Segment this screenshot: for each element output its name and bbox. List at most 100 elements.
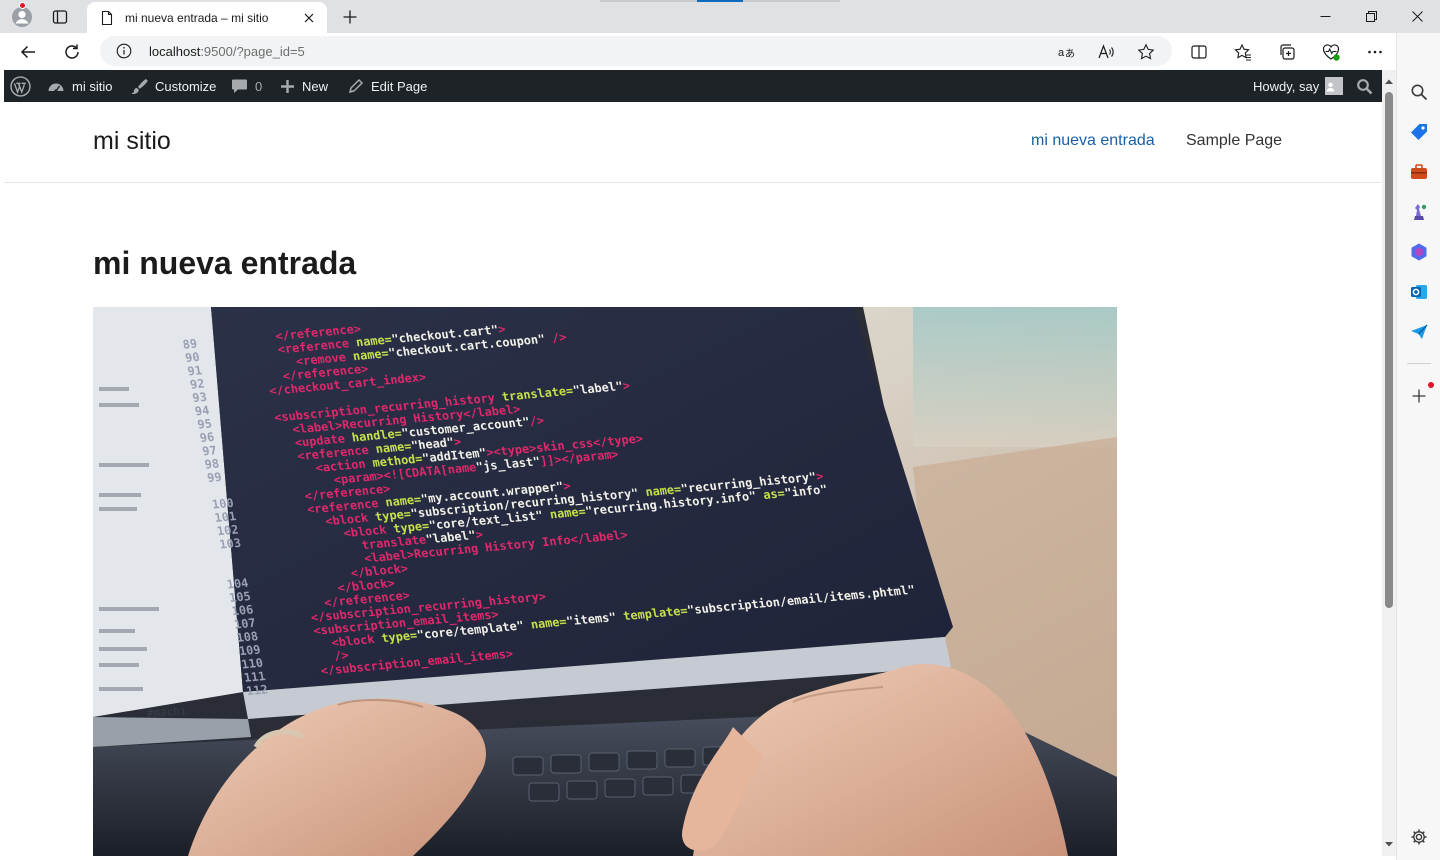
page-scrollbar[interactable] [1382, 70, 1396, 856]
star-icon [1137, 43, 1155, 60]
search-icon [1357, 78, 1373, 94]
split-screen-button[interactable] [1184, 37, 1214, 67]
wp-logo-menu[interactable] [10, 70, 38, 102]
code-line-number: 103 [218, 536, 242, 552]
outlook-icon [1411, 285, 1427, 299]
address-bar[interactable]: localhost:9500/?page_id=5 a あ [100, 36, 1172, 66]
svg-text:a: a [1058, 47, 1065, 59]
nav-item-sample-page[interactable]: Sample Page [1186, 132, 1282, 150]
minimize-button[interactable] [1302, 0, 1348, 32]
terminal-prompt: #machi [146, 704, 187, 720]
site-name-menu[interactable]: mi sitio [47, 70, 112, 102]
url-text[interactable]: localhost:9500/?page_id=5 [149, 44, 305, 59]
refresh-button[interactable] [57, 37, 87, 67]
sidebar-search-button[interactable] [1407, 80, 1431, 104]
add-favorite-button[interactable] [1135, 41, 1157, 63]
more-button[interactable] [1360, 37, 1390, 67]
back-button[interactable] [13, 37, 43, 67]
url-host: localhost [149, 44, 201, 59]
comments-count: 0 [255, 78, 263, 94]
my-account-menu[interactable]: Howdy, say [1253, 70, 1344, 102]
sidebar-shopping-button[interactable] [1407, 120, 1431, 144]
translate-icon: a あ [1058, 47, 1075, 60]
sidebar-games-button[interactable] [1407, 200, 1431, 224]
code-line-number: 99 [206, 470, 223, 485]
refresh-icon [65, 44, 79, 59]
close-tab-button[interactable] [301, 10, 317, 26]
sidebar-outlook-button[interactable] [1407, 280, 1431, 304]
read-aloud-icon [1098, 44, 1114, 59]
scroll-up-icon[interactable] [1385, 78, 1393, 86]
new-label: New [302, 78, 329, 94]
edit-page-label: Edit Page [371, 78, 428, 94]
restore-icon [1365, 10, 1377, 22]
restore-button[interactable] [1348, 0, 1394, 32]
chess-icon [1414, 204, 1427, 220]
close-icon [304, 13, 314, 22]
url-path: :9500/?page_id=5 [200, 44, 305, 59]
search-icon [1411, 84, 1428, 101]
tag-icon [1411, 124, 1427, 140]
toolbox-icon [1411, 164, 1427, 179]
tab-actions-icon [52, 10, 68, 24]
tab-strip: mi nueva entrada – mi sitio [0, 0, 1440, 33]
svg-text:あ: あ [1065, 48, 1075, 60]
nav-item-mi-nueva-entrada[interactable]: mi nueva entrada [1031, 132, 1155, 150]
comments-link[interactable]: 0 [231, 70, 262, 102]
plus-icon [281, 79, 294, 93]
page-title: mi nueva entrada [93, 245, 357, 281]
wordpress-icon [10, 75, 31, 97]
sidebar-send-button[interactable] [1407, 320, 1431, 344]
avatar [1325, 77, 1344, 95]
new-tab-button[interactable] [337, 4, 363, 30]
back-arrow-icon [20, 45, 35, 59]
edge-sidebar [1396, 33, 1440, 860]
howdy-label: Howdy, say [1253, 78, 1320, 94]
minimize-icon [1320, 15, 1330, 17]
code-line-number: 112 [245, 682, 269, 698]
translate-button[interactable]: a あ [1055, 41, 1077, 63]
sidebar-office-button[interactable] [1407, 240, 1431, 264]
active-tab[interactable]: mi nueva entrada – mi sitio [87, 2, 327, 33]
collections-button[interactable] [1272, 37, 1302, 67]
page-icon [101, 10, 113, 25]
browser-essentials-button[interactable] [1316, 37, 1346, 67]
scroll-down-icon[interactable] [1385, 840, 1393, 848]
info-icon[interactable] [116, 43, 132, 59]
sidebar-settings-button[interactable] [1407, 825, 1431, 849]
send-icon [1411, 324, 1428, 339]
favorites-icon [1234, 43, 1251, 61]
new-content-menu[interactable]: New [280, 70, 328, 102]
tab-title: mi nueva entrada – mi sitio [125, 10, 269, 25]
favorites-button[interactable] [1228, 37, 1258, 67]
collections-icon [1280, 44, 1295, 60]
window-close-button[interactable] [1394, 0, 1440, 32]
sidebar-tools-button[interactable] [1407, 160, 1431, 184]
notification-dot [19, 2, 26, 9]
user-avatar-icon [1326, 82, 1335, 92]
plus-icon [1412, 389, 1426, 403]
scrollbar-thumb[interactable] [1385, 92, 1393, 608]
laptop-code-illustration: 89</reference>90<reference name="checkou… [93, 307, 1117, 856]
site-title[interactable]: mi sitio [93, 127, 171, 156]
read-aloud-button[interactable] [1095, 41, 1117, 63]
pencil-icon [348, 78, 364, 93]
profile-icon [12, 7, 32, 27]
plus-icon [343, 10, 357, 24]
comment-icon [232, 79, 247, 93]
sidebar-add-button[interactable] [1407, 384, 1431, 408]
dashboard-icon [48, 83, 64, 93]
sidebar-notification-dot [1428, 382, 1434, 388]
browser-toolbar: localhost:9500/?page_id=5 a あ [0, 33, 1440, 70]
featured-image: 89 </reference> 90 <reference name="checkou… [93, 307, 1117, 856]
site-name-label: mi sitio [72, 78, 113, 94]
edit-page-link[interactable]: Edit Page [347, 70, 427, 102]
customize-link[interactable]: Customize [130, 70, 216, 102]
sidebar-separator [1407, 363, 1431, 364]
admin-search-button[interactable] [1356, 70, 1380, 102]
tab-actions-button[interactable] [46, 4, 74, 30]
site-header: mi sitio mi nueva entrada Sample Page [4, 102, 1382, 183]
customize-label: Customize [155, 78, 217, 94]
close-icon [1411, 10, 1423, 22]
heartbeat-icon [1322, 44, 1340, 61]
